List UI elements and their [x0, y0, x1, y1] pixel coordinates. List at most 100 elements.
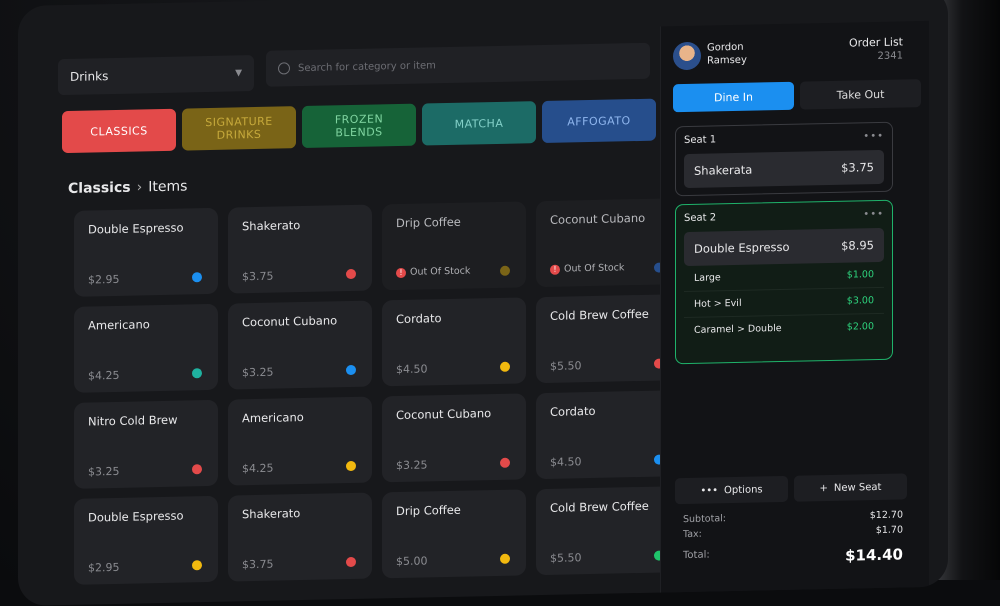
tab-matcha[interactable]: MATCHA: [422, 101, 536, 146]
menu-item-price: $3.75: [242, 557, 274, 572]
color-dot-icon: [346, 460, 356, 472]
user-name: Gordon Ramsey: [707, 41, 747, 68]
subtotal-value: $12.70: [869, 509, 903, 522]
menu-item-card[interactable]: Coconut Cubano $3.25: [228, 300, 372, 390]
menu-item-price: $3.75: [242, 269, 274, 284]
tab-affogato[interactable]: AFFOGATO: [542, 98, 656, 144]
breadcrumb-current[interactable]: Classics: [68, 180, 131, 197]
alert-icon: !: [396, 267, 406, 278]
color-dot-icon: [192, 464, 202, 475]
service-toggle: Dine In Take Out: [673, 79, 921, 113]
breadcrumb-sub: Items: [148, 178, 188, 196]
avatar[interactable]: [673, 41, 701, 71]
menu-item-name: Coconut Cubano: [550, 210, 646, 227]
menu-item-card[interactable]: Drip Coffee! Out Of Stock: [382, 201, 526, 291]
menu-item-price: $3.25: [88, 464, 120, 479]
modifier-price: $3.00: [846, 295, 874, 307]
menu-item-name: Coconut Cubano: [242, 313, 338, 330]
menu-item-name: Americano: [88, 317, 150, 333]
menu-item-card[interactable]: Cordato $4.50: [536, 390, 680, 480]
menu-item-card[interactable]: Coconut Cubano $3.25: [382, 393, 526, 483]
menu-item-card[interactable]: Double Espresso $2.95: [74, 495, 218, 585]
alert-icon: !: [550, 264, 560, 275]
search-input[interactable]: Search for category or item: [266, 42, 650, 87]
tab-signature-drinks[interactable]: SIGNATURE DRINKS: [182, 106, 296, 151]
options-button[interactable]: ••• Options: [675, 475, 788, 505]
options-label: Options: [724, 483, 763, 496]
new-seat-button[interactable]: + New Seat: [794, 473, 907, 502]
order-line[interactable]: Shakerata $3.75: [684, 149, 884, 189]
breadcrumb: Classics › Items: [68, 178, 187, 197]
order-line-price: $3.75: [841, 160, 874, 175]
chevron-down-icon: ▼: [235, 68, 242, 79]
more-icon[interactable]: •••: [863, 131, 884, 142]
color-dot-icon: [346, 556, 356, 568]
order-totals: Subtotal: $12.70 Tax: $1.70 Total: $14.40: [683, 509, 903, 572]
total-value: $14.40: [845, 545, 903, 565]
menu-item-name: Drip Coffee: [396, 502, 461, 519]
total-label: Total:: [683, 549, 710, 562]
menu-item-name: Cordato: [396, 311, 442, 327]
modifier-name: Large: [694, 272, 721, 284]
color-dot-icon: [500, 361, 510, 372]
item-grid: Double Espresso $2.95 Shakerato $3.75 Drip C…: [74, 198, 680, 585]
menu-item-card[interactable]: Coconut Cubano! Out Of Stock: [536, 198, 680, 288]
tab-frozen-blends[interactable]: FROZEN BLENDS: [302, 103, 416, 149]
menu-item-price: $5.00: [396, 554, 428, 569]
plus-icon: +: [819, 482, 828, 494]
menu-item-name: Cold Brew Coffee: [550, 306, 649, 323]
modifier-row[interactable]: Caramel > Double $2.00: [684, 314, 884, 343]
order-actions: ••• Options + New Seat: [675, 473, 907, 505]
seat-2[interactable]: Seat 2 ••• Double Espresso $8.95 Large $1.…: [675, 199, 893, 365]
menu-item-price: $5.50: [550, 359, 582, 373]
subtotal-label: Subtotal:: [683, 513, 727, 526]
seat-label: Seat 1: [684, 134, 717, 147]
menu-item-name: Shakerato: [242, 218, 301, 234]
modifier-name: Hot > Evil: [694, 297, 742, 310]
menu-item-price: $4.50: [550, 455, 582, 469]
search-icon: [278, 62, 290, 75]
menu-item-price: $4.25: [88, 368, 120, 383]
menu-item-card[interactable]: Shakerato $3.75: [228, 492, 372, 582]
menu-item-price: $3.25: [242, 365, 274, 380]
menu-item-card[interactable]: Cordato $4.50: [382, 297, 526, 387]
stock-status: Out Of Stock: [564, 262, 625, 275]
take-out-button[interactable]: Take Out: [800, 79, 921, 110]
color-dot-icon: [192, 560, 202, 571]
menu-item-name: Double Espresso: [88, 220, 184, 237]
menu-item-price: $5.50: [550, 551, 582, 565]
menu-item-name: Cordato: [550, 403, 596, 419]
order-line-name: Shakerata: [694, 162, 753, 178]
menu-item-card[interactable]: Cold Brew Coffee $5.50: [536, 294, 680, 384]
search-placeholder: Search for category or item: [298, 59, 436, 74]
menu-item-card[interactable]: Double Espresso $2.95: [74, 207, 218, 297]
tax-value: $1.70: [875, 524, 903, 537]
menu-item-card[interactable]: Shakerato $3.75: [228, 204, 372, 294]
more-icon[interactable]: •••: [863, 209, 884, 220]
order-line-price: $8.95: [841, 238, 874, 253]
menu-item-price: $4.50: [396, 362, 428, 377]
category-select[interactable]: Drinks ▼: [58, 55, 254, 96]
menu-item-card[interactable]: Drip Coffee $5.00: [382, 489, 526, 579]
color-dot-icon: [500, 553, 510, 564]
menu-item-name: Double Espresso: [88, 508, 184, 525]
pos-screen: Drinks ▼ Search for category or item CLA…: [18, 0, 948, 606]
dine-in-button[interactable]: Dine In: [673, 81, 794, 113]
menu-item-name: Cold Brew Coffee: [550, 498, 649, 515]
seat-label: Seat 2: [684, 212, 717, 225]
seat-1[interactable]: Seat 1 ••• Shakerata $3.75: [675, 121, 893, 197]
menu-item-price: $4.25: [242, 461, 274, 476]
menu-item-card[interactable]: Americano $4.25: [74, 303, 218, 393]
user-last-name: Ramsey: [707, 54, 747, 67]
color-dot-icon: [500, 457, 510, 468]
color-dot-icon: [192, 368, 202, 379]
order-line[interactable]: Double Espresso $8.95: [684, 227, 884, 267]
tab-classics[interactable]: CLASSICS: [62, 108, 176, 154]
color-dot-icon: [346, 268, 356, 280]
color-dot-icon: [500, 265, 510, 276]
color-dot-icon: [346, 364, 356, 376]
menu-item-card[interactable]: Americano $4.25: [228, 396, 372, 486]
menu-item-price: $2.95: [88, 272, 120, 287]
menu-item-card[interactable]: Nitro Cold Brew $3.25: [74, 399, 218, 489]
menu-item-card[interactable]: Cold Brew Coffee $5.50: [536, 486, 680, 576]
